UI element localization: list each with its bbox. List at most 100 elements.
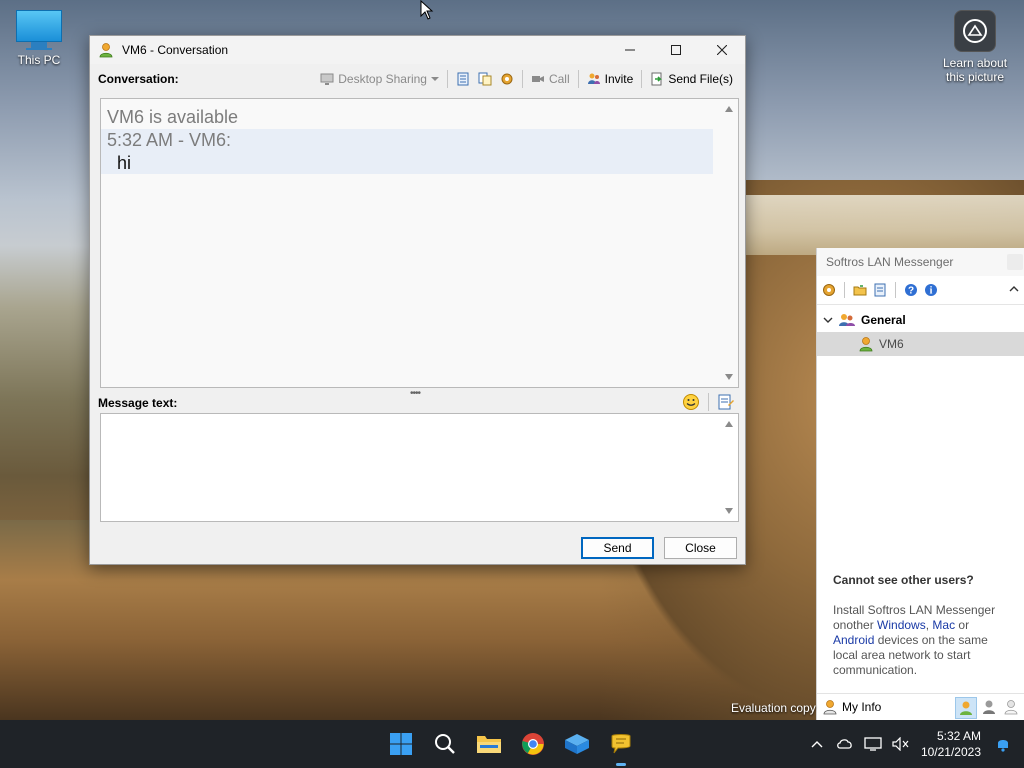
close-panel-button[interactable] bbox=[1007, 254, 1023, 270]
desktop-sharing-label: Desktop Sharing bbox=[338, 72, 427, 86]
volume-muted-icon[interactable] bbox=[890, 733, 912, 755]
send-files-button[interactable]: Send File(s) bbox=[648, 72, 735, 86]
notification-bell-icon[interactable] bbox=[992, 733, 1014, 755]
box-icon bbox=[565, 734, 589, 754]
format-text-icon[interactable] bbox=[717, 393, 735, 411]
info-icon[interactable]: i bbox=[924, 283, 938, 297]
folder-icon[interactable] bbox=[853, 283, 867, 297]
conversation-window[interactable]: VM6 - Conversation Conversation: Desktop… bbox=[89, 35, 746, 565]
mouse-cursor-icon bbox=[420, 0, 434, 20]
minimize-button[interactable] bbox=[607, 36, 653, 64]
message-tools bbox=[682, 392, 735, 412]
monitor-icon bbox=[320, 73, 334, 85]
network-icon[interactable] bbox=[862, 733, 884, 755]
wallpaper-town bbox=[740, 195, 1024, 255]
chrome-button[interactable] bbox=[517, 728, 549, 760]
svg-text:i: i bbox=[930, 286, 933, 297]
system-tray: 5:32 AM 10/21/2023 bbox=[803, 720, 1024, 768]
clock-time: 5:32 AM bbox=[936, 729, 981, 743]
scroll-up-icon[interactable] bbox=[725, 421, 733, 427]
folder-icon bbox=[477, 736, 501, 753]
group-icon bbox=[839, 314, 855, 326]
message-scrollbar[interactable] bbox=[720, 414, 738, 521]
status-line: VM6 is available bbox=[107, 107, 239, 127]
help-icon[interactable]: ? bbox=[904, 283, 918, 297]
clock-date: 10/21/2023 bbox=[920, 745, 981, 759]
messenger-status-bar: My Info bbox=[817, 693, 1024, 720]
scroll-up-icon[interactable] bbox=[725, 106, 733, 112]
windows-logo-icon bbox=[390, 733, 412, 755]
desktop-sharing-button[interactable]: Desktop Sharing bbox=[318, 72, 441, 86]
user-item-vm6[interactable]: VM6 bbox=[817, 332, 1024, 356]
evaluation-watermark: Evaluation copy bbox=[731, 701, 816, 715]
conversation-toolbar: Conversation: Desktop Sharing Call Invit… bbox=[90, 68, 745, 90]
desktop-icon-label: Learn about this picture bbox=[942, 56, 1008, 84]
messenger-title-bar[interactable]: Softros LAN Messenger bbox=[817, 248, 1024, 276]
lan-messenger-button[interactable] bbox=[605, 728, 637, 766]
messenger-title: Softros LAN Messenger bbox=[826, 255, 954, 269]
history-button[interactable] bbox=[454, 72, 472, 86]
status-away-icon[interactable] bbox=[979, 697, 999, 717]
messenger-toolbar: ? i bbox=[817, 276, 1024, 305]
settings-button[interactable] bbox=[498, 72, 516, 86]
conversation-history[interactable]: VM6 is available 5:32 AM - VM6: hi bbox=[100, 98, 739, 388]
copy-button[interactable] bbox=[476, 72, 494, 86]
help-text: Install Softros LAN Messenger onother Wi… bbox=[833, 603, 996, 677]
maximize-button[interactable] bbox=[653, 36, 699, 64]
group-general[interactable]: General bbox=[817, 308, 1024, 332]
taskbar-apps bbox=[385, 728, 637, 766]
desktop-icon-label: This PC bbox=[17, 53, 61, 67]
message-input[interactable] bbox=[100, 413, 739, 522]
book-icon bbox=[457, 72, 469, 86]
history-scrollbar[interactable] bbox=[720, 99, 738, 387]
message-entry: 5:32 AM - VM6: hi bbox=[101, 129, 713, 174]
emoticon-icon[interactable] bbox=[682, 393, 700, 411]
monitor-icon bbox=[16, 10, 62, 42]
chevron-up-icon[interactable] bbox=[806, 733, 828, 755]
windows-link[interactable]: Windows bbox=[877, 618, 926, 632]
desktop-icon-this-pc[interactable]: This PC bbox=[8, 10, 70, 67]
mac-link[interactable]: Mac bbox=[932, 618, 955, 632]
user-name: VM6 bbox=[879, 337, 904, 351]
close-button[interactable]: Close bbox=[664, 537, 737, 559]
cloud-icon[interactable] bbox=[834, 733, 856, 755]
chevron-up-icon[interactable] bbox=[1009, 282, 1019, 296]
scroll-down-icon[interactable] bbox=[725, 508, 733, 514]
chevron-down-icon bbox=[430, 77, 439, 81]
chrome-icon bbox=[522, 733, 544, 755]
start-button[interactable] bbox=[385, 728, 417, 760]
camera-icon bbox=[954, 10, 996, 52]
invite-button[interactable]: Invite bbox=[585, 72, 636, 86]
status-offline-icon[interactable] bbox=[1001, 697, 1021, 717]
messenger-panel[interactable]: Softros LAN Messenger ? i General VM6 Ca… bbox=[816, 248, 1024, 720]
status-available-icon[interactable] bbox=[955, 697, 977, 719]
send-file-icon bbox=[651, 72, 663, 86]
user-icon bbox=[859, 337, 873, 352]
gear-icon[interactable] bbox=[822, 283, 836, 297]
chevron-down-icon[interactable] bbox=[823, 315, 833, 325]
scroll-down-icon[interactable] bbox=[725, 374, 733, 380]
invite-label: Invite bbox=[604, 72, 634, 86]
call-button[interactable]: Call bbox=[529, 72, 572, 86]
file-explorer-button[interactable] bbox=[473, 728, 505, 760]
splitter-handle[interactable]: •••• bbox=[410, 388, 421, 399]
sandbox-button[interactable] bbox=[561, 728, 593, 760]
desktop-icon-learn-about-picture[interactable]: Learn about this picture bbox=[936, 10, 1014, 84]
gear-icon bbox=[501, 73, 513, 85]
android-link[interactable]: Android bbox=[833, 633, 874, 647]
my-info-button[interactable]: My Info bbox=[817, 699, 881, 715]
close-window-button[interactable] bbox=[699, 36, 745, 64]
conversation-label: Conversation: bbox=[98, 72, 179, 86]
call-label: Call bbox=[548, 72, 570, 86]
send-button[interactable]: Send bbox=[581, 537, 654, 559]
title-bar[interactable]: VM6 - Conversation bbox=[90, 36, 745, 64]
document-icon bbox=[478, 72, 492, 86]
status-selector bbox=[955, 697, 1021, 719]
user-info-icon bbox=[823, 700, 837, 715]
book-icon[interactable] bbox=[873, 283, 887, 297]
add-users-icon bbox=[587, 73, 600, 84]
clock[interactable]: 5:32 AM 10/21/2023 bbox=[921, 728, 981, 760]
search-icon bbox=[435, 734, 455, 754]
maximize-icon bbox=[671, 45, 681, 55]
search-button[interactable] bbox=[429, 728, 461, 760]
